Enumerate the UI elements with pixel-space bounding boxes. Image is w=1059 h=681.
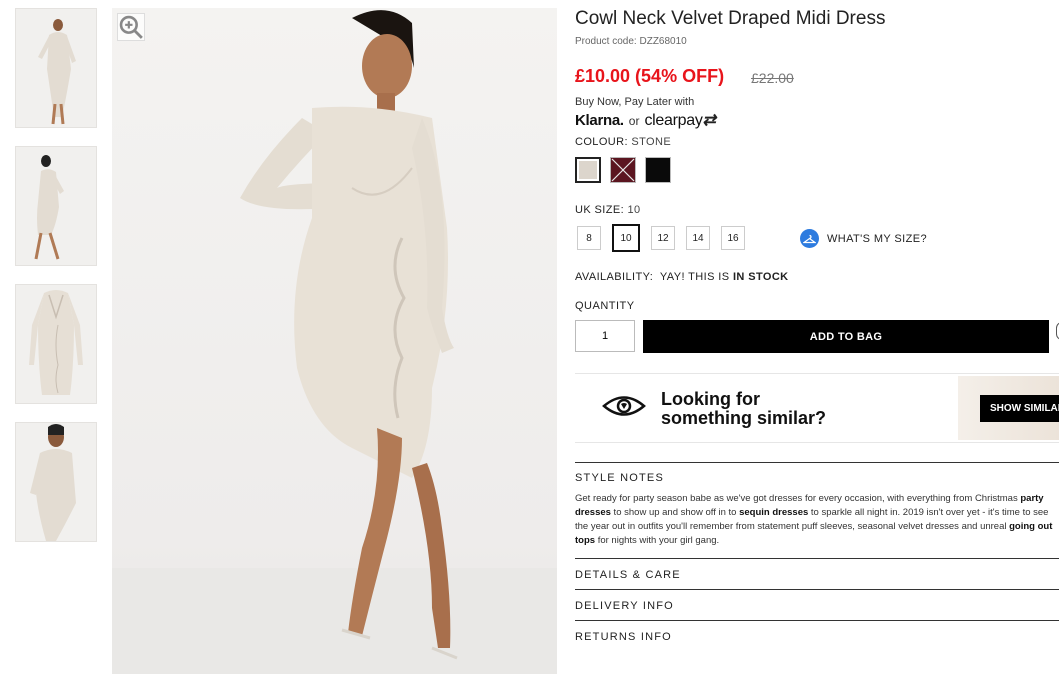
availability: AVAILABILITY: YAY! THIS IS IN STOCK [575,271,789,283]
delivery-info-heading[interactable]: DELIVERY INFO [575,600,674,612]
whats-my-size-link[interactable]: WHAT'S MY SIZE? [800,229,927,248]
style-notes-text: Get ready for party season babe as we've… [575,492,1059,548]
divider [575,462,1059,463]
quantity-input[interactable] [575,320,635,352]
similar-heading: Looking for something similar? [661,390,826,428]
swatch-wine[interactable] [610,157,636,183]
similar-line-1: Looking for [661,389,760,409]
klarna-logo[interactable]: Klarna. [575,112,624,129]
returns-info-heading[interactable]: RETURNS INFO [575,631,672,643]
sequin-dresses-link[interactable]: sequin dresses [739,507,808,518]
sale-price: £10.00 (54% OFF) [575,66,725,86]
divider [575,620,1059,621]
details-care-heading[interactable]: DETAILS & CARE [575,569,681,581]
add-to-bag-button[interactable]: ADD TO BAG [643,320,1049,353]
pay-later-logos: Klarna. or clearpay⇄ [575,110,716,130]
show-similar-button[interactable]: SHOW SIMILAR [980,395,1059,422]
zoom-icon [119,15,143,39]
size-options: 8 10 12 14 16 [577,224,745,252]
original-price: £22.00 [751,70,794,86]
clearpay-logo[interactable]: clearpay⇄ [644,110,715,130]
notes-part-4: for nights with your girl gang. [595,535,720,546]
availability-label: AVAILABILITY: [575,271,654,283]
notes-part-1: Get ready for party season babe as we've… [575,493,1021,504]
size-option-10[interactable]: 10 [612,224,640,252]
thumbnail-3[interactable] [15,284,97,404]
hanger-icon [800,229,819,248]
similar-items-banner: Looking for something similar? SHOW SIMI… [575,373,1059,443]
size-selected-value: 10 [627,204,641,216]
notes-part-2: to show up and show off in to [610,507,740,518]
thumbnail-4-image [30,424,76,541]
product-title: Cowl Neck Velvet Draped Midi Dress [575,8,886,29]
model-illustration [112,10,557,674]
out-of-stock-cross-icon [611,158,635,182]
thumbnail-2-image [34,155,64,260]
colour-label: COLOUR: STONE [575,136,671,148]
size-option-12[interactable]: 12 [651,226,675,250]
divider [575,558,1059,559]
whats-my-size-label: WHAT'S MY SIZE? [827,232,927,245]
similar-line-2: something similar? [661,408,827,428]
main-product-image[interactable] [112,8,557,674]
eye-icon [602,396,646,416]
swatch-stone[interactable] [575,157,601,183]
product-details-panel: Cowl Neck Velvet Draped Midi Dress Produ… [575,0,1059,681]
size-label-text: UK SIZE: [575,204,625,216]
thumbnail-1[interactable] [15,8,97,128]
thumbnail-1-image [38,19,76,125]
thumbnail-2[interactable] [15,146,97,266]
product-code: Product code: DZZ68010 [575,36,687,47]
size-option-16[interactable]: 16 [721,226,745,250]
thumbnail-gallery [15,8,97,560]
pay-or-text: or [628,114,640,128]
style-notes-heading[interactable]: STYLE NOTES [575,472,664,484]
clearpay-arrows-icon: ⇄ [702,112,716,129]
pay-later-text: Buy Now, Pay Later with [575,96,695,108]
size-option-14[interactable]: 14 [686,226,710,250]
quantity-label: QUANTITY [575,300,635,312]
colour-label-text: COLOUR: [575,136,628,148]
colour-swatches [575,157,671,183]
thumbnail-3-image [29,290,83,395]
swatch-stone-fill [579,161,597,179]
thumbnail-4[interactable] [15,422,97,542]
divider [575,589,1059,590]
size-option-8[interactable]: 8 [577,226,601,250]
size-label: UK SIZE: 10 [575,204,641,216]
zoom-button[interactable] [117,13,145,41]
clearpay-text: clearpay [644,112,703,129]
stock-status: IN STOCK [732,271,789,283]
availability-text: YAY! THIS IS [659,271,730,283]
swatch-black[interactable] [645,157,671,183]
colour-selected-value: STONE [631,136,672,148]
